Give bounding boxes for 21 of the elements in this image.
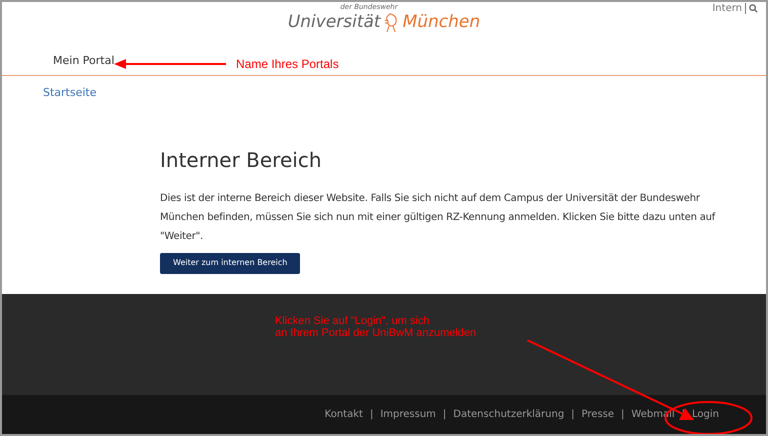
footer-link[interactable]: Login <box>692 407 719 422</box>
intro-paragraph: Dies ist der interne Bereich dieser Website. Falls Sie sich nicht auf dem Campus der Universität der Bundeswehr München befinden, müssen Sie sich nun mit einer gültigen RZ-Kennung anmelden. Klicken Sie bitte dazu unten auf "Weiter". <box>160 192 716 244</box>
intern-link[interactable]: Intern <box>712 3 746 14</box>
annotation-note: Klicken Sie auf "Login", um sich <box>275 315 431 327</box>
continue-button[interactable]: Weiter zum internen Bereich <box>160 252 300 274</box>
footer-separator: | <box>621 408 624 422</box>
footer-link[interactable]: Impressum <box>380 407 436 422</box>
annotation-label: Name Ihres Portals <box>236 56 339 73</box>
logo-text: Universität <box>288 14 381 30</box>
search-icon[interactable] <box>749 4 758 13</box>
page-heading: Interner Bereich <box>160 148 322 172</box>
footer-link[interactable]: Kontakt <box>324 407 363 422</box>
footer-separator: | <box>442 408 446 422</box>
breadcrumb-link[interactable]: Startseite <box>43 85 97 102</box>
footer-separator: | <box>370 408 374 422</box>
portal-name[interactable]: Mein Portal <box>53 52 114 69</box>
footer-link[interactable]: Presse <box>582 407 614 422</box>
logo-text: München <box>402 14 480 30</box>
footer-separator: | <box>571 408 575 422</box>
footer-link[interactable]: Datenschutzerklärung <box>453 407 564 422</box>
annotation-note: an Ihrem Portal der UniBwM anzumelden <box>275 327 476 339</box>
